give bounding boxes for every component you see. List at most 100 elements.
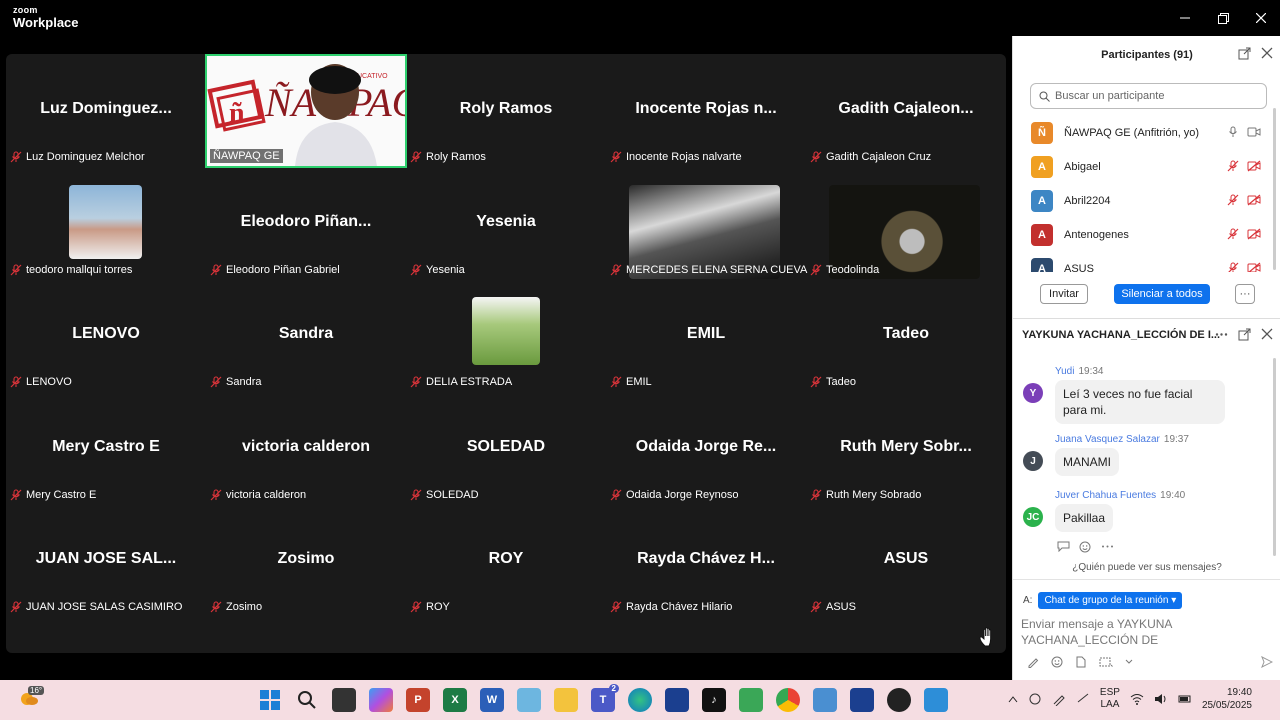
muted-mic-icon[interactable] bbox=[1227, 262, 1239, 272]
obs-icon[interactable] bbox=[887, 688, 911, 712]
video-icon[interactable] bbox=[1247, 126, 1261, 138]
language-indicator[interactable]: ESP LAA bbox=[1100, 687, 1120, 711]
participant-tile[interactable]: SOLEDAD SOLEDAD bbox=[406, 392, 606, 504]
participant-tile[interactable]: JUAN JOSE SAL... JUAN JOSE SALAS CASIMIRO bbox=[6, 504, 206, 616]
chat-message[interactable]: Juana Vasquez Salazar 19:37 J MANAMI bbox=[1023, 434, 1189, 477]
muted-mic-icon[interactable] bbox=[1227, 194, 1239, 206]
zoom-app-icon[interactable] bbox=[665, 688, 689, 712]
file-explorer-icon[interactable] bbox=[554, 688, 578, 712]
participant-tile[interactable]: MERCEDES ELENA SERNA CUEVA bbox=[606, 167, 807, 279]
powerpoint-icon[interactable]: P bbox=[406, 688, 430, 712]
meet-icon[interactable] bbox=[739, 688, 763, 712]
participant-tile[interactable]: teodoro mallqui torres bbox=[6, 167, 206, 279]
chat-message[interactable]: Yudi 19:34 Y Leí 3 veces no fue facial para… bbox=[1023, 366, 1225, 425]
volume-icon[interactable] bbox=[1154, 693, 1168, 705]
reply-icon[interactable] bbox=[1057, 540, 1070, 552]
participant-tile[interactable]: Sandra Sandra bbox=[206, 279, 406, 391]
participant-row[interactable]: A ASUS bbox=[1013, 252, 1280, 272]
recipient-dropdown[interactable]: Chat de grupo de la reunión ▾ bbox=[1038, 592, 1183, 609]
participant-tile[interactable]: Teodolinda bbox=[806, 167, 1006, 279]
video-off-icon[interactable] bbox=[1247, 160, 1261, 172]
teams-icon[interactable]: T2 bbox=[591, 684, 619, 712]
video-off-icon[interactable] bbox=[1247, 194, 1261, 206]
format-icon[interactable] bbox=[1027, 656, 1039, 668]
popout-icon[interactable] bbox=[1238, 47, 1251, 60]
close-chat-icon[interactable] bbox=[1261, 328, 1273, 340]
close-window-button[interactable] bbox=[1242, 0, 1280, 36]
chat-more-icon[interactable] bbox=[1215, 328, 1228, 341]
word-icon[interactable]: W bbox=[480, 688, 504, 712]
chevron-down-icon[interactable] bbox=[1125, 659, 1133, 665]
chrome-icon[interactable] bbox=[776, 688, 800, 712]
weather-widget[interactable]: 16° bbox=[18, 686, 45, 713]
who-can-see-link[interactable]: ¿Quién puede ver sus mensajes? bbox=[1013, 562, 1280, 573]
participant-tile[interactable]: Yesenia Yesenia bbox=[406, 167, 606, 279]
participant-tile[interactable]: Roly Ramos Roly Ramos bbox=[406, 54, 606, 166]
participant-tile[interactable]: Mery Castro E Mery Castro E bbox=[6, 392, 206, 504]
participant-tile[interactable]: Ruth Mery Sobr... Ruth Mery Sobrado bbox=[806, 392, 1006, 504]
emoji-react-icon[interactable] bbox=[1079, 540, 1092, 553]
participant-tile[interactable]: LENOVO LENOVO bbox=[6, 279, 206, 391]
minimize-button[interactable] bbox=[1166, 0, 1204, 36]
participant-tile[interactable]: Luz Dominguez... Luz Dominguez Melchor bbox=[6, 54, 206, 166]
participant-tile[interactable]: EMIL EMIL bbox=[606, 279, 806, 391]
participant-tile[interactable]: Zosimo Zosimo bbox=[206, 504, 406, 616]
wifi-signal-icon[interactable] bbox=[1076, 692, 1090, 706]
wifi-icon[interactable] bbox=[1130, 693, 1144, 705]
pen-icon[interactable] bbox=[1052, 692, 1066, 706]
clock[interactable]: 19:40 25/05/2025 bbox=[1202, 686, 1252, 712]
edge-icon[interactable] bbox=[628, 688, 652, 712]
copilot-icon[interactable] bbox=[369, 688, 393, 712]
more-options-button[interactable]: ··· bbox=[1235, 284, 1255, 304]
taskbar-search[interactable] bbox=[295, 688, 319, 712]
tiktok-icon[interactable]: ♪ bbox=[702, 688, 726, 712]
battery-icon[interactable] bbox=[1178, 693, 1192, 705]
mute-all-button[interactable]: Silenciar a todos bbox=[1114, 284, 1210, 304]
restore-button[interactable] bbox=[1204, 0, 1242, 36]
muted-mic-icon[interactable] bbox=[1227, 160, 1239, 172]
participant-tile[interactable]: victoria calderon victoria calderon bbox=[206, 392, 406, 504]
participant-scrollbar[interactable] bbox=[1273, 108, 1276, 270]
tile-display-name: Mery Castro E bbox=[52, 437, 160, 455]
participant-tile[interactable]: ROY ROY bbox=[406, 504, 606, 616]
participant-search[interactable]: Buscar un participante bbox=[1030, 83, 1267, 109]
emoji-icon[interactable] bbox=[1051, 656, 1063, 668]
video-off-icon[interactable] bbox=[1247, 262, 1261, 272]
chat-popout-icon[interactable] bbox=[1238, 328, 1251, 341]
chevron-up-icon[interactable] bbox=[1008, 695, 1018, 703]
participant-row[interactable]: A Abril2204 bbox=[1013, 184, 1280, 218]
start-button[interactable] bbox=[258, 688, 282, 712]
participant-row[interactable]: A Abigael bbox=[1013, 150, 1280, 184]
participant-tile[interactable]: Odaida Jorge Re... Odaida Jorge Reynoso bbox=[606, 392, 806, 504]
screenshot-icon[interactable] bbox=[1099, 656, 1113, 668]
excel-icon[interactable]: X bbox=[443, 688, 467, 712]
participant-row[interactable]: A Antenogenes bbox=[1013, 218, 1280, 252]
mic-icon[interactable] bbox=[1227, 126, 1239, 138]
close-participants-icon[interactable] bbox=[1261, 47, 1273, 59]
tray-app-icon[interactable] bbox=[1028, 692, 1042, 706]
snipping-tool-icon[interactable] bbox=[517, 688, 541, 712]
participant-tile[interactable]: Gadith Cajaleon... Gadith Cajaleon Cruz bbox=[806, 54, 1006, 166]
active-window-icon[interactable] bbox=[924, 688, 948, 712]
participant-tile[interactable]: Tadeo Tadeo bbox=[806, 279, 1006, 391]
chat-message[interactable]: Juver Chahua Fuentes 19:40 JC Pakillaa bbox=[1023, 490, 1185, 533]
muted-mic-icon[interactable] bbox=[1227, 228, 1239, 240]
participant-tile[interactable]: Inocente Rojas n... Inocente Rojas nalvar… bbox=[606, 54, 806, 166]
participant-tile[interactable]: DELIA ESTRADA bbox=[406, 279, 606, 391]
message-input[interactable]: Enviar mensaje a YAYKUNA YACHANA_LECCIÓN… bbox=[1021, 616, 1211, 648]
video-off-icon[interactable] bbox=[1247, 228, 1261, 240]
send-icon[interactable] bbox=[1261, 656, 1273, 668]
chat-scrollbar[interactable] bbox=[1273, 358, 1276, 556]
participant-tile[interactable]: Rayda Chávez H... Rayda Chávez Hilario bbox=[606, 504, 806, 616]
zoom-workplace-icon[interactable] bbox=[850, 688, 874, 712]
participant-tile[interactable]: ñÑAWPAQUCATIVOÑAWPAQ GE bbox=[205, 54, 421, 168]
app-window-icon[interactable] bbox=[813, 688, 837, 712]
file-icon[interactable] bbox=[1075, 656, 1087, 668]
participant-tile[interactable]: ASUS ASUS bbox=[806, 504, 1006, 616]
task-view-icon[interactable] bbox=[332, 688, 356, 712]
message-more-icon[interactable] bbox=[1101, 540, 1114, 553]
invite-button[interactable]: Invitar bbox=[1040, 284, 1088, 304]
participant-tile[interactable]: Eleodoro Piñan... Eleodoro Piñan Gabriel bbox=[206, 167, 406, 279]
active-speaker-video[interactable]: ñÑAWPAQUCATIVOÑAWPAQ GE bbox=[205, 54, 421, 168]
participant-row[interactable]: Ñ ÑAWPAQ GE (Anfitrión, yo) bbox=[1013, 116, 1280, 150]
